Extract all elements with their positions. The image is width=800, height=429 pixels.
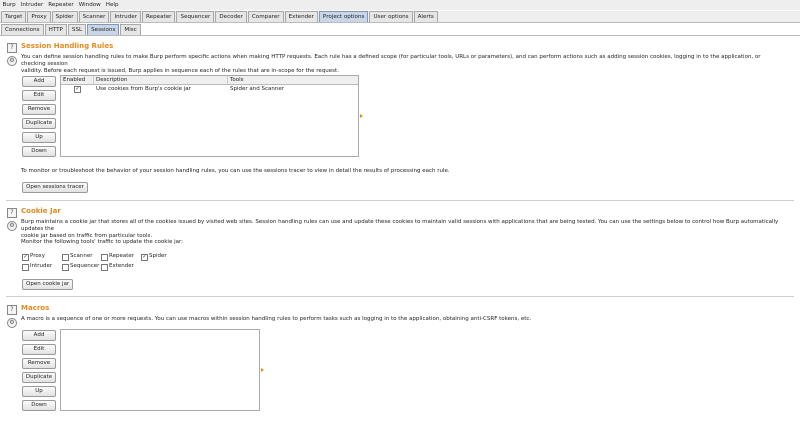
remove-rule-button[interactable]: Remove [22, 104, 56, 115]
gear-icon[interactable]: ⚙ [7, 221, 17, 231]
section-title: Cookie Jar [21, 207, 61, 215]
menu-intruder[interactable]: Intruder [18, 2, 46, 8]
spider-checkbox[interactable]: ✓ [141, 254, 148, 261]
tracer-description: To monitor or troubleshoot the behavior … [21, 168, 450, 174]
menu-window[interactable]: Window [76, 2, 103, 8]
section-divider [6, 200, 794, 201]
tab-alerts[interactable]: Alerts [413, 11, 438, 22]
column-tools[interactable]: Tools [228, 76, 358, 84]
sessions-panel: ? ⚙ Session Handling Rules You can defin… [0, 36, 800, 429]
section-divider [6, 296, 794, 297]
tab-repeater[interactable]: Repeater [142, 11, 176, 22]
rule-enabled-checkbox[interactable]: ✓ [74, 86, 81, 93]
menu-help[interactable]: Help [103, 2, 121, 8]
intruder-label: Intruder [30, 263, 53, 269]
intruder-checkbox[interactable] [22, 264, 29, 271]
session-rules-table[interactable]: Enabled Description Tools ✓ Use cookies … [60, 75, 359, 157]
table-header: Enabled Description Tools [61, 76, 358, 85]
gear-icon[interactable]: ⚙ [7, 56, 17, 66]
tab-proxy[interactable]: Proxy [27, 11, 51, 22]
rule-up-button[interactable]: Up [22, 132, 56, 143]
extender-label: Extender [109, 263, 134, 269]
cookie-jar-section: ? ⚙ Cookie Jar Burp maintains a cookie j… [0, 202, 800, 294]
add-macro-button[interactable]: Add [22, 330, 56, 341]
main-tab-bar: Target Proxy Spider Scanner Intruder Rep… [0, 11, 800, 23]
rule-down-button[interactable]: Down [22, 146, 56, 157]
proxy-checkbox[interactable]: ✓ [22, 254, 29, 261]
macro-down-button[interactable]: Down [22, 400, 56, 411]
menu-burp[interactable]: Burp [0, 2, 18, 8]
sequencer-label: Sequencer [70, 263, 100, 269]
duplicate-rule-button[interactable]: Duplicate [22, 118, 56, 129]
open-sessions-tracer-button[interactable]: Open sessions tracer [22, 182, 88, 193]
gear-icon[interactable]: ⚙ [7, 318, 17, 328]
menu-bar: Burp Intruder Repeater Window Help [0, 0, 800, 10]
macros-section: ? ⚙ Macros A macro is a sequence of one … [0, 298, 800, 428]
section-title: Macros [21, 304, 50, 312]
extender-checkbox[interactable] [101, 264, 108, 271]
expand-arrow-icon[interactable] [261, 368, 264, 372]
column-description[interactable]: Description [94, 76, 228, 84]
tab-decoder[interactable]: Decoder [215, 11, 247, 22]
section-title: Session Handling Rules [21, 42, 114, 50]
sub-tab-bar: Connections HTTP SSL Sessions Misc [0, 24, 800, 36]
rule-description: Use cookies from Burp's cookie jar [96, 86, 191, 92]
remove-macro-button[interactable]: Remove [22, 358, 56, 369]
tab-intruder[interactable]: Intruder [110, 11, 142, 22]
tab-comparer[interactable]: Comparer [247, 11, 284, 22]
add-rule-button[interactable]: Add [22, 76, 56, 87]
column-enabled[interactable]: Enabled [61, 76, 94, 84]
section-description: A macro is a sequence of one or more req… [21, 316, 532, 322]
expand-arrow-icon[interactable] [360, 114, 363, 118]
spider-label: Spider [149, 253, 167, 259]
help-icon[interactable]: ? [7, 43, 17, 53]
tab-target[interactable]: Target [1, 11, 27, 22]
tab-user-options[interactable]: User options [369, 11, 413, 22]
tab-scanner[interactable]: Scanner [78, 11, 110, 22]
edit-macro-button[interactable]: Edit [22, 344, 56, 355]
rule-tools: Spider and Scanner [230, 86, 284, 92]
duplicate-macro-button[interactable]: Duplicate [22, 372, 56, 383]
open-cookie-jar-button[interactable]: Open cookie jar [22, 279, 74, 290]
tab-extender[interactable]: Extender [284, 11, 318, 22]
repeater-label: Repeater [109, 253, 135, 259]
tab-connections[interactable]: Connections [1, 24, 44, 35]
help-icon[interactable]: ? [7, 305, 17, 315]
edit-rule-button[interactable]: Edit [22, 90, 56, 101]
tab-spider[interactable]: Spider [51, 11, 78, 22]
section-description: You can define session handling rules to… [21, 54, 761, 74]
tab-misc[interactable]: Misc [120, 24, 141, 35]
tab-http[interactable]: HTTP [44, 24, 67, 35]
help-icon[interactable]: ? [7, 208, 17, 218]
tab-project-options[interactable]: Project options [318, 11, 369, 22]
proxy-label: Proxy [30, 253, 46, 259]
tab-sequencer[interactable]: Sequencer [176, 11, 215, 22]
macro-up-button[interactable]: Up [22, 386, 56, 397]
macros-list[interactable] [60, 329, 260, 411]
scanner-label: Scanner [70, 253, 93, 259]
session-handling-section: ? ⚙ Session Handling Rules You can defin… [0, 36, 800, 200]
monitor-tools-label: Monitor the following tools' traffic to … [21, 239, 184, 245]
tab-sessions[interactable]: Sessions [87, 24, 120, 35]
section-description: Burp maintains a cookie jar that stores … [21, 219, 779, 239]
sequencer-checkbox[interactable] [62, 264, 69, 271]
repeater-checkbox[interactable] [101, 254, 108, 261]
scanner-checkbox[interactable] [62, 254, 69, 261]
menu-repeater[interactable]: Repeater [46, 2, 76, 8]
tab-ssl[interactable]: SSL [67, 24, 87, 35]
